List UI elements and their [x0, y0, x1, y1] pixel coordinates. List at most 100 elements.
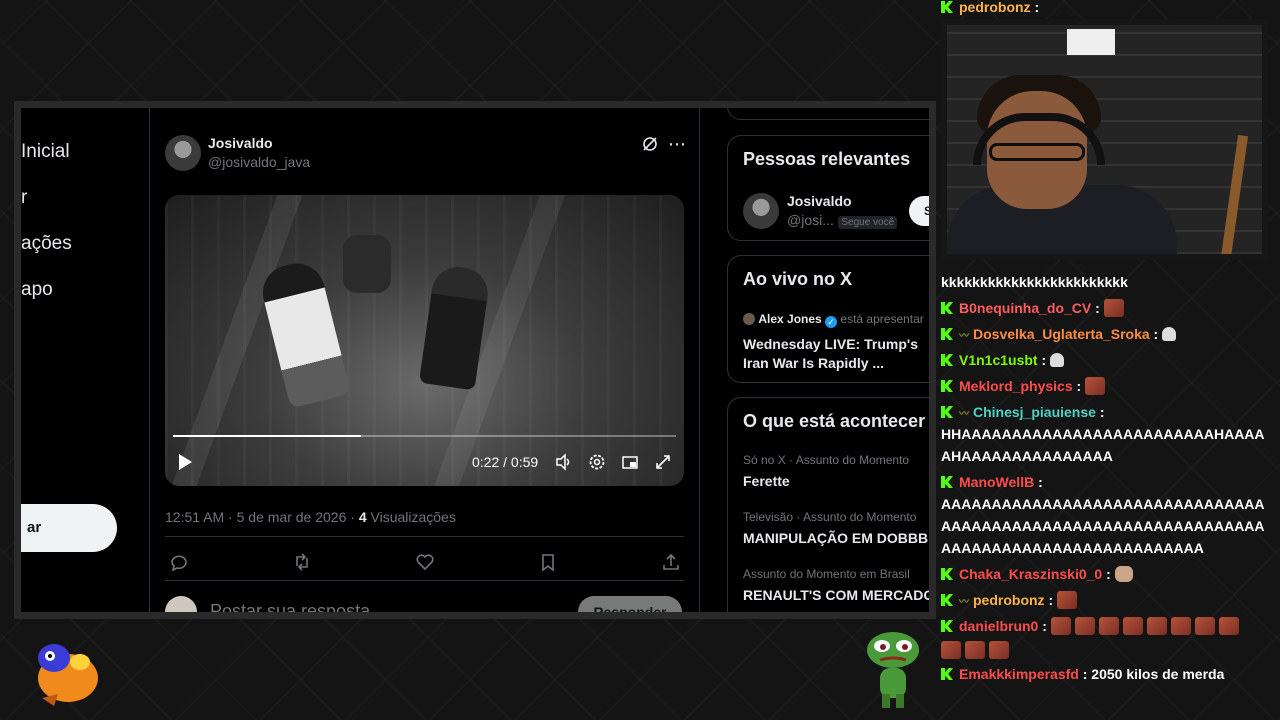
author-handle[interactable]: @josivaldo_java — [208, 154, 310, 170]
author-name[interactable]: Josivaldo — [208, 135, 273, 151]
kick-icon — [941, 328, 953, 340]
live-host-row[interactable]: Alex Jones ✓ está apresentar — [743, 312, 924, 328]
chat-username[interactable]: danielbrun0 — [959, 618, 1038, 634]
fullscreen-icon[interactable] — [654, 453, 672, 474]
kick-icon — [941, 1, 953, 13]
settings-gear-icon[interactable] — [588, 453, 606, 474]
person-meta: @josi... Segue você — [787, 212, 898, 230]
kick-icon — [941, 594, 953, 606]
chat-username[interactable]: Chaka_Kraszinski0_0 — [959, 566, 1102, 582]
nav-item-home[interactable]: Inicial — [21, 141, 70, 163]
chat-username[interactable]: Dosvelka_Uglaterta_Sroka — [973, 326, 1150, 342]
repost-icon[interactable] — [290, 550, 314, 574]
card-title: O que está acontecer — [743, 411, 926, 431]
pip-icon[interactable] — [621, 453, 639, 474]
card-title: Ao vivo no X — [743, 269, 853, 289]
chat-message: Emakkkimperasfd : 2050 kilos de merda — [941, 663, 1270, 685]
share-icon[interactable] — [659, 550, 683, 574]
more-options-icon[interactable]: ⋯ — [668, 134, 686, 155]
post-date[interactable]: 5 de mar de 2026 — [237, 509, 347, 525]
chat-username[interactable]: V1n1c1usbt — [959, 352, 1038, 368]
grok-icon[interactable] — [641, 135, 659, 153]
chat-username[interactable]: ManoWellB — [959, 474, 1034, 490]
live-stream-title[interactable]: Wednesday LIVE: Trump's Iran War Is Rapi… — [743, 335, 929, 373]
trend-context: Só no X · Assunto do Momento — [743, 453, 910, 467]
follows-you-badge: Segue você — [838, 216, 898, 229]
trend-item[interactable]: Assunto do Momento em Brasil RENAULT'S C… — [743, 567, 935, 603]
reply-icon[interactable] — [167, 550, 191, 574]
x-right-sidebar: Pessoas relevantes Josivaldo @josi... Se… — [727, 108, 936, 612]
trend-name: MANIPULAÇÃO EM DOBBBR — [743, 530, 936, 546]
kick-icon — [941, 354, 953, 366]
reply-input[interactable]: Postar sua resposta — [210, 601, 370, 612]
time-separator: / — [503, 454, 508, 470]
live-on-x-card: Ao vivo no X Alex Jones ✓ está apresenta… — [727, 255, 929, 383]
verified-icon: ✓ — [825, 316, 838, 328]
video-time: 0:22 / 0:59 — [472, 454, 538, 470]
chat-username[interactable]: Meklord_physics — [959, 378, 1073, 394]
chat-username[interactable]: Emakkkimperasfd — [959, 666, 1079, 682]
video-player[interactable]: 0:22 / 0:59 — [165, 195, 684, 486]
avatar[interactable] — [743, 193, 779, 229]
chat-separator: : — [1082, 666, 1088, 682]
kick-icon — [941, 620, 953, 632]
emote-icon — [1050, 617, 1071, 635]
chat-separator: : — [1076, 378, 1082, 394]
post-metadata: 12:51 AM · 5 de mar de 2026 · 4 Visualiz… — [165, 509, 456, 525]
follow-button[interactable]: S — [909, 196, 929, 226]
emote-icon — [1218, 617, 1239, 635]
card-partial — [727, 108, 929, 120]
emote-icon — [1103, 299, 1124, 317]
person-name[interactable]: Josivaldo — [787, 193, 852, 209]
column-divider — [699, 108, 700, 612]
kick-icon — [941, 476, 953, 488]
chat-username[interactable]: Chinesj_piauiense — [973, 404, 1096, 420]
kick-icon — [941, 380, 953, 392]
chat-separator: : — [1042, 618, 1047, 634]
post-detail: Josivaldo @josivaldo_java ⋯ 0:22 / 0:59 — [150, 108, 699, 612]
time-current: 0:22 — [472, 454, 500, 470]
emote-icon — [1194, 617, 1215, 635]
emote-icon — [989, 641, 1009, 659]
post-time[interactable]: 12:51 AM — [165, 509, 224, 525]
time-total: 0:59 — [510, 454, 539, 470]
emote-icon — [1122, 617, 1143, 635]
avatar[interactable] — [165, 135, 201, 171]
bookmark-icon[interactable] — [536, 550, 560, 574]
emote-icon — [1146, 617, 1167, 635]
chat-username[interactable]: B0nequinha_do_CV — [959, 300, 1091, 316]
chat-separator: : — [1048, 592, 1054, 608]
chat-separator: : — [1038, 474, 1043, 490]
play-icon[interactable] — [177, 453, 193, 474]
nav-item-explore[interactable]: r — [21, 187, 27, 209]
kick-icon — [941, 406, 953, 418]
stream-chat: pedrobonz : kkkkkkkkkkkkkkkkkkkkkkkk B0n… — [939, 0, 1280, 720]
chat-username[interactable]: pedrobonz — [959, 0, 1031, 15]
trend-item[interactable]: Televisão · Assunto do Momento MANIPULAÇ… — [743, 510, 936, 546]
chat-separator: : — [1106, 566, 1111, 582]
nav-item-notifications[interactable]: ações — [21, 233, 72, 255]
trend-context: Televisão · Assunto do Momento — [743, 510, 917, 524]
chat-message: danielbrun0 : — [941, 615, 1270, 637]
like-icon[interactable] — [413, 550, 437, 574]
trend-item[interactable]: Só no X · Assunto do Momento Ferette — [743, 453, 909, 489]
post-button[interactable]: ar — [21, 504, 117, 552]
nav-item-chat[interactable]: apo — [21, 279, 53, 301]
cat-emote-icon — [1114, 566, 1133, 582]
host-name: Alex Jones — [758, 312, 822, 326]
video-figure — [343, 235, 391, 293]
video-progress-bar[interactable] — [173, 435, 676, 437]
screen-capture: Inicial r ações apo ar Josivaldo @josiva… — [14, 101, 936, 619]
volume-icon[interactable] — [555, 453, 573, 474]
x-left-nav: Inicial r ações apo ar — [21, 108, 149, 612]
reply-button[interactable]: Responder — [578, 596, 682, 612]
chat-separator: : — [1099, 404, 1105, 420]
views-label: Visualizações — [370, 509, 456, 525]
chat-separator: : — [1095, 300, 1100, 316]
chat-message: ManoWellB : — [941, 471, 1270, 493]
kick-icon — [941, 302, 953, 314]
trend-name: RENAULT'S COM MERCADO — [743, 587, 935, 603]
ghost-emote-icon — [1162, 327, 1177, 341]
chat-username[interactable]: pedrobonz — [973, 592, 1045, 608]
person-handle[interactable]: @josi... — [787, 212, 834, 228]
